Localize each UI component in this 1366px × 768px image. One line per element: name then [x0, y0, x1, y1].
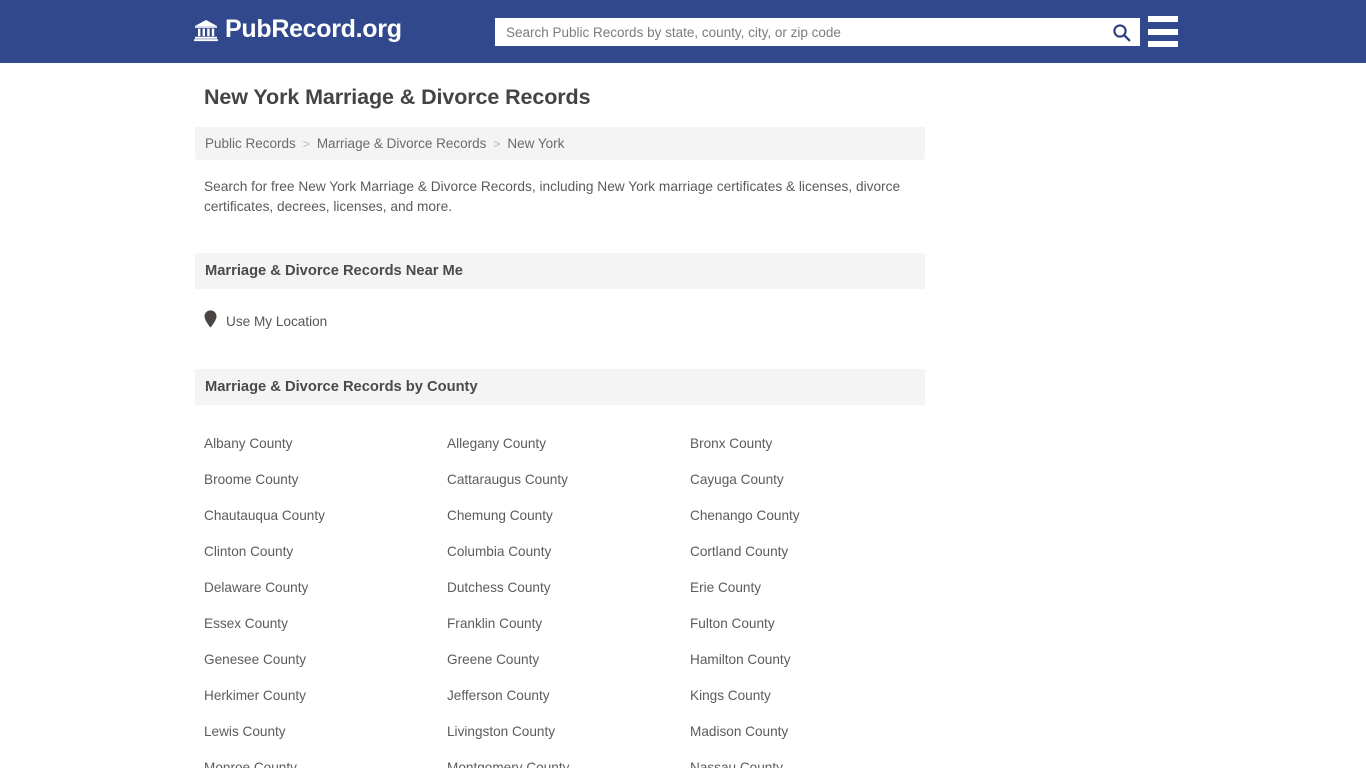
county-link[interactable]: Bronx County [690, 436, 772, 451]
county-list-item[interactable]: Bronx County [681, 425, 924, 461]
county-list-item[interactable]: Nassau County [681, 749, 924, 768]
search-bar [495, 18, 1140, 46]
site-logo[interactable]: PubRecord.org [194, 17, 402, 42]
county-link[interactable]: Broome County [204, 472, 298, 487]
county-list-item[interactable]: Jefferson County [438, 677, 681, 713]
use-my-location-row[interactable]: Use My Location [204, 310, 925, 333]
county-link[interactable]: Herkimer County [204, 688, 306, 703]
page-body: New York Marriage & Divorce Records Publ… [0, 63, 1366, 768]
county-link[interactable]: Cortland County [690, 544, 788, 559]
county-list-item[interactable]: Monroe County [195, 749, 438, 768]
page-title: New York Marriage & Divorce Records [204, 85, 591, 109]
county-link[interactable]: Cattaraugus County [447, 472, 568, 487]
county-link[interactable]: Genesee County [204, 652, 306, 667]
county-link[interactable]: Allegany County [447, 436, 546, 451]
section-header-near-me: Marriage & Divorce Records Near Me [195, 253, 925, 289]
content-container: New York Marriage & Divorce Records Publ… [195, 63, 925, 768]
county-link[interactable]: Clinton County [204, 544, 293, 559]
hamburger-menu-icon-bar-1 [1148, 16, 1178, 22]
county-list-item[interactable]: Kings County [681, 677, 924, 713]
county-list-item[interactable]: Cortland County [681, 533, 924, 569]
county-list-item[interactable]: Columbia County [438, 533, 681, 569]
use-my-location-link[interactable]: Use My Location [226, 314, 327, 329]
county-link[interactable]: Livingston County [447, 724, 555, 739]
county-list-item[interactable]: Broome County [195, 461, 438, 497]
site-header: PubRecord.org [0, 0, 1366, 63]
county-link[interactable]: Greene County [447, 652, 539, 667]
county-link[interactable]: Essex County [204, 616, 288, 631]
county-list-item[interactable]: Montgomery County [438, 749, 681, 768]
county-list-item[interactable]: Herkimer County [195, 677, 438, 713]
breadcrumb-item-public-records[interactable]: Public Records [205, 136, 296, 151]
county-list-item[interactable]: Genesee County [195, 641, 438, 677]
county-list-item[interactable]: Allegany County [438, 425, 681, 461]
county-link[interactable]: Jefferson County [447, 688, 550, 703]
county-link[interactable]: Franklin County [447, 616, 542, 631]
county-list-item[interactable]: Lewis County [195, 713, 438, 749]
hamburger-menu-button[interactable] [1148, 16, 1178, 47]
county-link[interactable]: Montgomery County [447, 760, 569, 768]
page-intro-text: Search for free New York Marriage & Divo… [204, 179, 901, 214]
county-list-item[interactable]: Chemung County [438, 497, 681, 533]
hamburger-menu-icon-bar-3 [1148, 41, 1178, 47]
county-list-item[interactable]: Albany County [195, 425, 438, 461]
breadcrumb-separator: > [493, 136, 501, 151]
county-list-item[interactable]: Chenango County [681, 497, 924, 533]
breadcrumb-item-marriage-divorce-records[interactable]: Marriage & Divorce Records [317, 136, 487, 151]
county-link[interactable]: Cayuga County [690, 472, 784, 487]
breadcrumb-separator: > [302, 136, 310, 151]
county-list-item[interactable]: Erie County [681, 569, 924, 605]
county-link[interactable]: Chemung County [447, 508, 553, 523]
section-title-by-county: Marriage & Divorce Records by County [205, 379, 478, 395]
map-pin-icon [204, 310, 217, 333]
county-link[interactable]: Dutchess County [447, 580, 551, 595]
county-list-item[interactable]: Essex County [195, 605, 438, 641]
county-list-item[interactable]: Cayuga County [681, 461, 924, 497]
county-link[interactable]: Erie County [690, 580, 761, 595]
breadcrumb-item-new-york[interactable]: New York [507, 136, 564, 151]
county-list-item[interactable]: Delaware County [195, 569, 438, 605]
county-link[interactable]: Delaware County [204, 580, 308, 595]
county-link[interactable]: Madison County [690, 724, 788, 739]
county-list-item[interactable]: Dutchess County [438, 569, 681, 605]
search-input[interactable] [495, 18, 1102, 46]
county-list-item[interactable]: Hamilton County [681, 641, 924, 677]
county-link[interactable]: Columbia County [447, 544, 551, 559]
county-list-grid: Albany County Allegany County Bronx County… [195, 425, 925, 768]
county-list-item[interactable]: Franklin County [438, 605, 681, 641]
hamburger-menu-icon-bar-2 [1148, 28, 1178, 35]
bank-building-icon [194, 18, 218, 42]
county-list-item[interactable]: Fulton County [681, 605, 924, 641]
county-link[interactable]: Albany County [204, 436, 292, 451]
county-list-item[interactable]: Chautauqua County [195, 497, 438, 533]
county-list-item[interactable]: Clinton County [195, 533, 438, 569]
county-link[interactable]: Chautauqua County [204, 508, 325, 523]
county-link[interactable]: Monroe County [204, 760, 297, 768]
site-logo-text: PubRecord.org [225, 15, 402, 43]
county-list-item[interactable]: Cattaraugus County [438, 461, 681, 497]
county-link[interactable]: Kings County [690, 688, 771, 703]
county-link[interactable]: Fulton County [690, 616, 775, 631]
section-title-near-me: Marriage & Divorce Records Near Me [205, 263, 463, 279]
search-button[interactable] [1102, 18, 1140, 46]
county-list-item[interactable]: Livingston County [438, 713, 681, 749]
breadcrumb: Public Records > Marriage & Divorce Reco… [195, 127, 925, 160]
county-link[interactable]: Lewis County [204, 724, 286, 739]
county-list-item[interactable]: Greene County [438, 641, 681, 677]
county-link[interactable]: Nassau County [690, 760, 783, 768]
county-link[interactable]: Hamilton County [690, 652, 791, 667]
section-header-by-county: Marriage & Divorce Records by County [195, 369, 925, 405]
county-link[interactable]: Chenango County [690, 508, 800, 523]
county-list-item[interactable]: Madison County [681, 713, 924, 749]
search-icon [1112, 23, 1131, 42]
